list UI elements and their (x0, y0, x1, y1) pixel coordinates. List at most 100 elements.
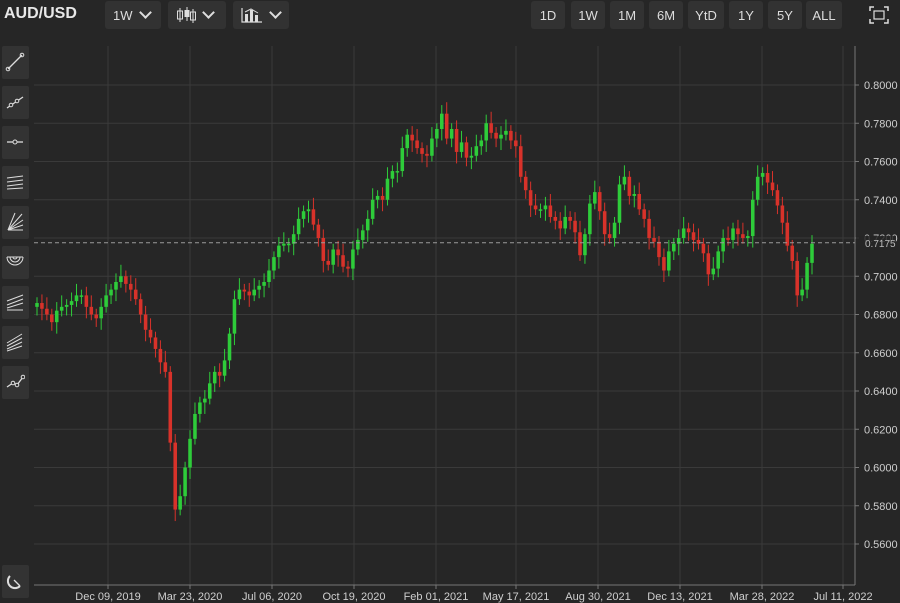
candle-body (129, 283, 133, 290)
tool-regression-channel[interactable] (2, 286, 29, 319)
price-chart[interactable]: 0.5600 0.5800 0.6000 0.6200 0.6400 0.6600 0.68… (0, 0, 900, 603)
candle-body (736, 228, 740, 235)
candle-body (435, 128, 439, 139)
tool-fib-fan[interactable] (2, 206, 29, 239)
candle-body (573, 220, 577, 233)
y-axis-labels: 0.5600 0.5800 0.6000 0.6200 0.6400 0.6600 0.68… (855, 80, 898, 551)
candle-body (257, 285, 261, 290)
y-tick-label: 0.7400 (864, 195, 898, 207)
candle-body (415, 140, 419, 149)
candle-body (143, 314, 148, 330)
candle-body (514, 140, 518, 147)
candle-body (420, 148, 424, 154)
candle-body (499, 134, 503, 139)
candle-body (667, 251, 671, 271)
tool-parallel-channel[interactable] (2, 166, 29, 199)
candle-body (282, 243, 286, 246)
candle-body (602, 211, 607, 235)
tool-horizontal-line[interactable] (2, 126, 29, 159)
candle-body (104, 295, 108, 307)
tool-pitchfork[interactable] (2, 326, 29, 359)
tool-fib-arc[interactable] (2, 246, 29, 279)
y-tick-label: 0.6600 (864, 348, 898, 360)
candle-body (237, 289, 242, 300)
y-tick-label: 0.5800 (864, 501, 898, 513)
candle-body (558, 220, 563, 229)
candle-body (222, 360, 227, 376)
bar-chart-icon (241, 8, 262, 23)
candle-body (69, 301, 74, 305)
chevron-down-icon (138, 6, 152, 19)
regression-channel-icon (6, 294, 24, 311)
y-tick-label: 0.7600 (864, 157, 898, 169)
candle-body (227, 333, 232, 361)
candle-body (746, 236, 750, 238)
x-tick-label: Feb 01, 2021 (404, 591, 469, 603)
candle-body (351, 249, 355, 269)
candle-body (40, 303, 44, 309)
candle-body (632, 194, 637, 196)
candle-body (617, 184, 622, 223)
candle-body (59, 306, 64, 311)
range-button-all[interactable]: ALL (806, 1, 842, 29)
range-button-1m[interactable]: 1M (610, 1, 644, 29)
candle-body (193, 413, 197, 439)
candle-body (188, 438, 192, 468)
range-button-6m[interactable]: 6M (649, 1, 683, 29)
candle-body (504, 130, 508, 135)
candle-body (474, 146, 479, 156)
candle-body (449, 128, 454, 139)
range-button-1y[interactable]: 1Y (729, 1, 763, 29)
range-button-ytd[interactable]: YtD (688, 1, 724, 29)
candle-body (642, 209, 646, 219)
candle-body (518, 146, 523, 177)
candle-body (336, 249, 340, 256)
candle-body (568, 216, 572, 221)
tool-ray[interactable] (2, 86, 29, 119)
last-price-text: 0.7175 (865, 239, 896, 250)
candle-body (410, 134, 414, 141)
y-tick-label: 0.6800 (864, 310, 898, 322)
candle-body (89, 306, 94, 315)
range-button-1w[interactable]: 1W (571, 1, 605, 29)
candle-body (252, 289, 256, 296)
candle-body (795, 260, 799, 296)
candle-body (780, 205, 785, 223)
y-tick-label: 0.7000 (864, 271, 898, 283)
candle-body (277, 245, 281, 258)
candle-body (760, 172, 765, 177)
candle-body (405, 134, 409, 149)
candle-body (647, 218, 651, 238)
candle-body (311, 209, 316, 225)
candle-body (178, 496, 182, 510)
interval-dropdown[interactable]: 1W (105, 1, 161, 29)
candle-body (346, 266, 350, 269)
candle-body (400, 148, 405, 172)
candle-body (395, 171, 400, 173)
tool-trend-line[interactable] (2, 46, 29, 79)
candle-body (775, 190, 780, 206)
tool-magnet[interactable] (2, 565, 29, 598)
candle-body (54, 310, 59, 323)
fullscreen-button[interactable] (862, 1, 896, 29)
candle-body (114, 281, 118, 290)
y-tick-label: 0.6000 (864, 463, 898, 475)
top-toolbar: AUD/USD 1W 1D 1W 1M 6M YtD 1Y 5Y ALL (0, 0, 900, 33)
candle-body (750, 199, 755, 237)
candle-body (183, 467, 187, 497)
candle-body (686, 228, 691, 233)
range-button-5y[interactable]: 5Y (768, 1, 802, 29)
range-button-1d[interactable]: 1D (531, 1, 565, 29)
candle-body (380, 195, 385, 200)
fib-arc-icon (6, 256, 24, 266)
candle-body (770, 182, 775, 191)
symbol-title[interactable]: AUD/USD (4, 5, 77, 23)
chart-style-dropdown[interactable] (168, 1, 226, 29)
candle-body (588, 203, 592, 235)
indicators-dropdown[interactable] (233, 1, 289, 29)
candle-body (800, 289, 804, 296)
candle-body (361, 230, 365, 240)
tool-polyline[interactable] (2, 366, 29, 399)
candle-body (45, 308, 49, 315)
candle-body (810, 243, 814, 263)
